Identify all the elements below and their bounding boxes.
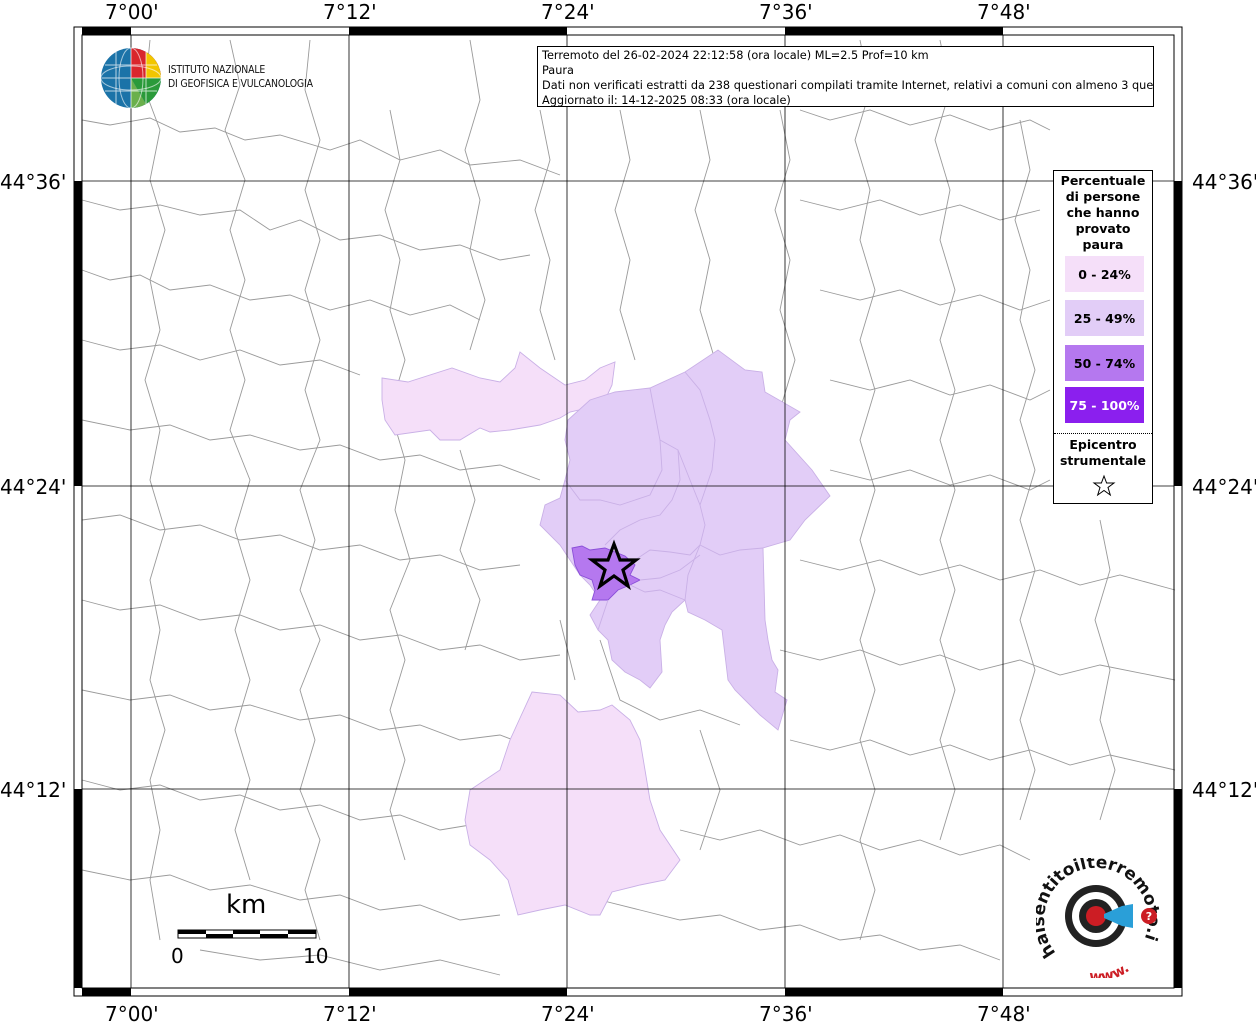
lon-label-top: 7°00' (105, 0, 159, 24)
scale-unit: km (226, 890, 267, 920)
lat-label-left: 44°36' (0, 170, 67, 194)
legend-title-line: Percentuale (1060, 173, 1146, 188)
event-info-box: Terremoto del 26-02-2024 22:12:58 (ora l… (537, 46, 1154, 107)
legend-class-0: 0 - 24% (1065, 256, 1144, 292)
event-info-line: Aggiornato il: 14-12-2025 08:33 (ora loc… (542, 94, 791, 107)
ingv-globe-icon (100, 47, 162, 109)
legend-epicenter-title: Epicentro strumentale (1054, 437, 1152, 469)
legend-title: Percentuale di persone che hanno provato… (1054, 173, 1152, 253)
legend-title-line: provato (1075, 221, 1131, 236)
lat-label-right: 44°24' (1192, 475, 1256, 499)
lon-label-bottom: 7°12' (323, 1002, 377, 1026)
legend-title-line: di persone (1065, 189, 1141, 204)
lat-label-left: 44°24' (0, 475, 67, 499)
legend-separator (1054, 433, 1152, 434)
legend: Percentuale di persone che hanno provato… (1053, 170, 1153, 504)
hst-logo: haisentitoilterremoto.it www. ? (1036, 858, 1163, 978)
legend-class-3: 75 - 100% (1065, 387, 1144, 423)
legend-title-line: che hanno (1066, 205, 1140, 220)
svg-text:?: ? (1146, 910, 1152, 923)
scale-bar (177, 929, 317, 939)
lon-label-bottom: 7°00' (105, 1002, 159, 1026)
event-info-line: Dati non verificati estratti da 238 ques… (542, 79, 1154, 92)
legend-class-2: 50 - 74% (1065, 345, 1144, 381)
ingv-logo: ISTITUTO NAZIONALE DI GEOFISICA E VULCAN… (100, 47, 320, 111)
event-info-line: Paura (542, 64, 574, 77)
ingv-line: DI GEOFISICA E VULCANOLOGIA (168, 77, 313, 90)
lon-label-top: 7°24' (541, 0, 595, 24)
lon-label-bottom: 7°36' (759, 1002, 813, 1026)
ingv-name: ISTITUTO NAZIONALE DI GEOFISICA E VULCAN… (168, 63, 338, 91)
lat-label-right: 44°36' (1192, 170, 1256, 194)
lon-label-top: 7°12' (323, 0, 377, 24)
lat-label-left: 44°12' (0, 778, 67, 802)
legend-class-1: 25 - 49% (1065, 300, 1144, 336)
hst-logo-www: www. (1089, 960, 1133, 978)
lon-label-bottom: 7°24' (541, 1002, 595, 1026)
lon-label-top: 7°36' (759, 0, 813, 24)
scale-max: 10 (303, 944, 329, 968)
ingv-line: ISTITUTO NAZIONALE (168, 63, 266, 76)
intensity-map: 7°00' 7°12' 7°24' 7°36' 7°48' 7°00' 7°12… (0, 0, 1256, 1026)
legend-epicenter-line: Epicentro (1069, 437, 1137, 452)
legend-epicenter-line: strumentale (1059, 453, 1147, 468)
scale-min: 0 (171, 944, 184, 968)
lon-label-bottom: 7°48' (977, 1002, 1031, 1026)
lon-label-top: 7°48' (977, 0, 1031, 24)
legend-star-icon (1092, 474, 1116, 497)
legend-title-line: paura (1082, 237, 1124, 252)
lat-label-right: 44°12' (1192, 778, 1256, 802)
event-info-line: Terremoto del 26-02-2024 22:12:58 (ora l… (542, 49, 929, 62)
